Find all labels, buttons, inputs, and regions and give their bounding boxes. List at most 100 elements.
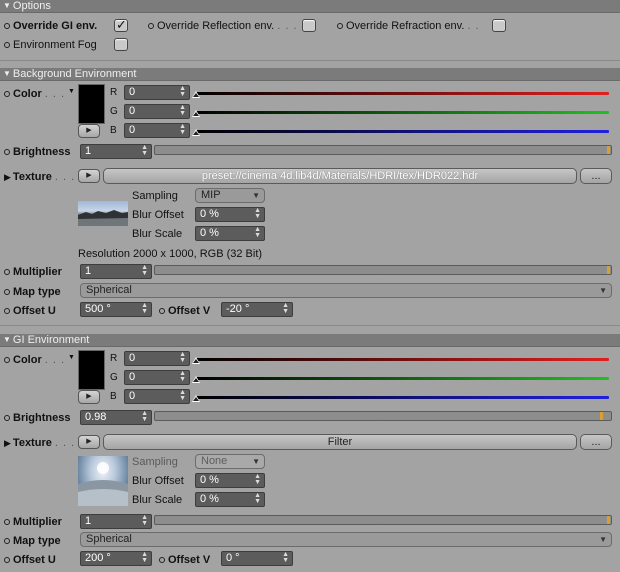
bg-b-gradient-slider[interactable]	[195, 130, 609, 133]
bg-b-label: B	[110, 125, 117, 136]
bg-b-field[interactable]: 0 ▲ ▼	[124, 123, 190, 138]
bg-brightness-slider[interactable]	[154, 145, 612, 155]
spinner-icon[interactable]: ▲ ▼	[254, 207, 261, 220]
gi-texture-filter-button[interactable]: Filter	[103, 434, 577, 450]
gi-g-gradient-slider[interactable]	[195, 377, 609, 380]
spinner-icon[interactable]: ▲ ▼	[282, 551, 289, 564]
bg-r-field[interactable]: 0 ▲ ▼	[124, 85, 190, 100]
bullet-icon	[4, 149, 10, 155]
options-section-header[interactable]: ▼ Options	[0, 0, 620, 13]
bullet-icon	[4, 415, 10, 421]
gi-r-gradient-slider[interactable]	[195, 358, 609, 361]
bg-texture-path-button[interactable]: preset://cinema 4d.lib4d/Materials/HDRI/…	[103, 168, 577, 184]
environment-fog-label: Environment Fog	[4, 38, 97, 52]
slider-endcap	[607, 516, 610, 524]
background-section-header[interactable]: ▼ Background Environment	[0, 68, 620, 81]
slider-handle-icon[interactable]	[192, 91, 200, 98]
play-arrow-icon: ▶	[86, 393, 92, 400]
environment-fog-checkbox[interactable]	[114, 38, 128, 51]
slider-tick	[381, 271, 382, 274]
slider-handle-icon[interactable]	[192, 357, 200, 364]
gi-brightness-slider[interactable]	[154, 411, 612, 421]
spinner-icon[interactable]: ▲ ▼	[141, 514, 148, 527]
gi-multiplier-label: Multiplier	[4, 515, 62, 529]
gi-texture-more-button[interactable]: ...	[580, 434, 612, 450]
bullet-icon	[159, 308, 165, 314]
gi-b-field[interactable]: 0 ▲ ▼	[124, 389, 190, 404]
bg-g-gradient-slider[interactable]	[195, 111, 609, 114]
bg-multiplier-field[interactable]: 1 ▲ ▼	[80, 264, 152, 279]
gi-offset-v-field[interactable]: 0 ° ▲ ▼	[221, 551, 293, 566]
gi-offset-u-field[interactable]: 200 ° ▲ ▼	[80, 551, 152, 566]
spinner-icon[interactable]: ▲ ▼	[141, 410, 148, 423]
chevron-down-icon: ▼	[599, 286, 607, 295]
bg-resolution-text: Resolution 2000 x 1000, RGB (32 Bit)	[78, 248, 263, 260]
spinner-icon[interactable]: ▲ ▼	[179, 104, 186, 117]
bullet-icon	[4, 308, 10, 314]
spinner-icon[interactable]: ▲ ▼	[141, 264, 148, 277]
expand-triangle-icon[interactable]: ▶	[4, 170, 11, 184]
bg-color-mode-button[interactable]: ▶	[78, 124, 100, 138]
gi-map-type-dropdown[interactable]: Spherical ▼	[80, 532, 612, 547]
bg-g-field[interactable]: 0 ▲ ▼	[124, 104, 190, 119]
bg-blur-offset-field[interactable]: 0 % ▲ ▼	[195, 207, 265, 222]
bg-texture-more-button[interactable]: ...	[580, 168, 612, 184]
slider-handle-icon[interactable]	[192, 110, 200, 117]
bg-sampling-label: Sampling	[132, 190, 178, 202]
slider-handle-icon[interactable]	[192, 129, 200, 136]
bullet-icon	[4, 289, 10, 295]
spinner-icon[interactable]: ▲ ▼	[254, 226, 261, 239]
slider-endcap	[607, 266, 610, 274]
gi-map-type-label: Map type	[4, 534, 61, 548]
gi-multiplier-slider[interactable]	[154, 515, 612, 525]
gi-r-field[interactable]: 0 ▲ ▼	[124, 351, 190, 366]
bg-multiplier-slider[interactable]	[154, 265, 612, 275]
hdr-landscape-thumbnail-icon	[78, 210, 128, 226]
color-picker-triangle-icon[interactable]: ▼	[68, 354, 75, 361]
spinner-icon[interactable]: ▲ ▼	[282, 302, 289, 315]
spinner-icon[interactable]: ▲ ▼	[141, 302, 148, 315]
bullet-icon	[4, 519, 10, 525]
slider-handle-icon[interactable]	[192, 376, 200, 383]
gi-section-header[interactable]: ▼ GI Environment	[0, 334, 620, 347]
bg-offset-u-field[interactable]: 500 ° ▲ ▼	[80, 302, 152, 317]
spinner-icon[interactable]: ▲ ▼	[179, 351, 186, 364]
gi-b-gradient-slider[interactable]	[195, 396, 609, 399]
gi-sampling-dropdown[interactable]: None ▼	[195, 454, 265, 469]
spinner-icon[interactable]: ▲ ▼	[254, 492, 261, 505]
bg-texture-arrow-button[interactable]: ▶	[78, 169, 100, 183]
gi-blur-offset-field[interactable]: 0 % ▲ ▼	[195, 473, 265, 488]
gi-g-field[interactable]: 0 ▲ ▼	[124, 370, 190, 385]
gi-blur-scale-field[interactable]: 0 % ▲ ▼	[195, 492, 265, 507]
bg-map-type-dropdown[interactable]: Spherical ▼	[80, 283, 612, 298]
gi-b-label: B	[110, 391, 117, 402]
bg-offset-v-field[interactable]: -20 ° ▲ ▼	[221, 302, 293, 317]
gi-multiplier-field[interactable]: 1 ▲ ▼	[80, 514, 152, 529]
gi-header-label: GI Environment	[12, 334, 90, 346]
spinner-icon[interactable]: ▲ ▼	[179, 389, 186, 402]
expand-triangle-icon[interactable]: ▶	[4, 436, 11, 450]
spinner-icon[interactable]: ▲ ▼	[141, 144, 148, 157]
override-gi-checkbox[interactable]	[114, 17, 128, 33]
bg-sampling-dropdown[interactable]: MIP ▼	[195, 188, 265, 203]
gi-color-swatch[interactable]	[78, 350, 105, 390]
gi-brightness-field[interactable]: 0.98 ▲ ▼	[80, 410, 152, 425]
divider	[0, 60, 620, 61]
gi-color-mode-button[interactable]: ▶	[78, 390, 100, 404]
override-refraction-checkbox[interactable]	[492, 19, 506, 32]
spinner-icon[interactable]: ▲ ▼	[179, 123, 186, 136]
spinner-icon[interactable]: ▲ ▼	[254, 473, 261, 486]
color-picker-triangle-icon[interactable]: ▼	[68, 88, 75, 95]
bullet-icon	[148, 23, 154, 29]
bg-r-gradient-slider[interactable]	[195, 92, 609, 95]
play-arrow-icon: ▶	[86, 438, 92, 445]
bg-blur-scale-field[interactable]: 0 % ▲ ▼	[195, 226, 265, 241]
gi-texture-arrow-button[interactable]: ▶	[78, 435, 100, 449]
slider-handle-icon[interactable]	[192, 395, 200, 402]
spinner-icon[interactable]: ▲ ▼	[179, 85, 186, 98]
override-reflection-checkbox[interactable]	[302, 19, 316, 32]
spinner-icon[interactable]: ▲ ▼	[141, 551, 148, 564]
bg-color-swatch[interactable]	[78, 84, 105, 124]
bg-brightness-field[interactable]: 1 ▲ ▼	[80, 144, 152, 159]
spinner-icon[interactable]: ▲ ▼	[179, 370, 186, 383]
